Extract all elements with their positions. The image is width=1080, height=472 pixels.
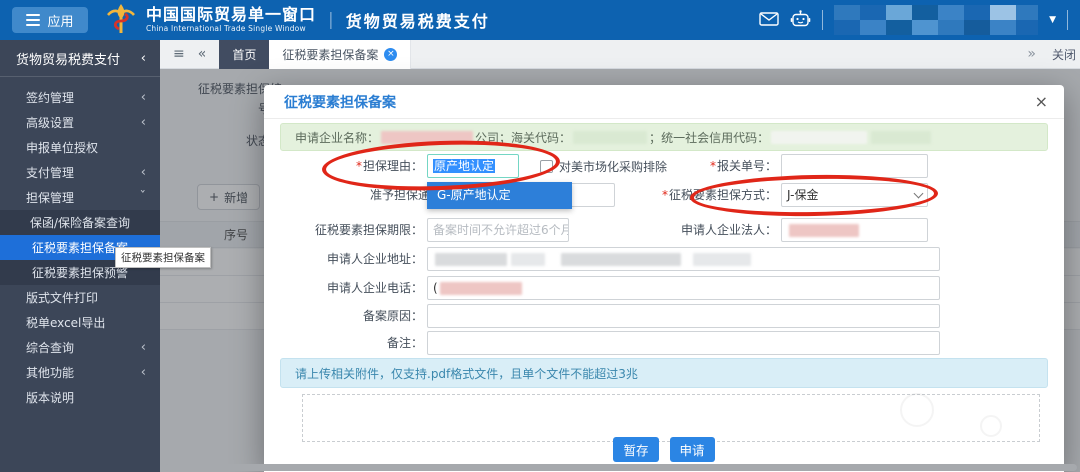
- sidebar-item-declare-auth[interactable]: 申报单位授权: [0, 135, 160, 160]
- hamburger-icon: [26, 14, 40, 26]
- sidebar-item-advanced-settings[interactable]: 高级设置‹: [0, 110, 160, 135]
- header-actions: ▼: [759, 5, 1080, 35]
- modal-footer-buttons: 暂存 申请: [264, 437, 1064, 462]
- sidebar-menu: 签约管理‹ 高级设置‹ 申报单位授权 支付管理‹ 担保管理ˇ 保函/保险备案查询…: [0, 77, 160, 410]
- sidebar-item-other-functions[interactable]: 其他功能‹: [0, 360, 160, 385]
- remark-input[interactable]: [427, 331, 940, 355]
- chevron-collapsed-icon: ‹: [141, 340, 146, 355]
- redacted-credit-code: [771, 131, 867, 144]
- chevron-collapsed-icon: ‹: [141, 165, 146, 180]
- tabs-scroll-left-icon[interactable]: «: [198, 46, 207, 62]
- guarantee-period-label: 征税要素担保期限：: [270, 218, 423, 242]
- module-title: 货物贸易税费支付: [346, 8, 490, 32]
- us-exclusion-checkbox[interactable]: [540, 160, 553, 173]
- sidebar-toggle-icon[interactable]: ≡: [173, 46, 185, 62]
- chevron-collapsed-icon: ‹: [141, 115, 146, 130]
- declaration-no-input[interactable]: [781, 154, 928, 178]
- tabbar-right-actions: » 关闭: [1027, 46, 1080, 63]
- redacted-legal-person: [789, 224, 859, 237]
- legal-person-input[interactable]: [781, 218, 928, 242]
- assistant-robot-icon[interactable]: [790, 10, 811, 31]
- sidebar-item-letter-insurance-query[interactable]: 保函/保险备案查询: [0, 210, 160, 235]
- redacted-credit-code: [871, 131, 931, 144]
- apps-menu-label: 应用: [47, 11, 73, 30]
- legal-person-label: 申请人企业法人：: [624, 218, 777, 242]
- chevron-down-icon: [914, 188, 924, 198]
- sidebar-root-item[interactable]: 货物贸易税费支付 ‹: [0, 40, 160, 77]
- tax-element-filing-modal: 征税要素担保备案 × 申请企业名称：公司； 海关代码：； 统一社会信用代码： *…: [264, 85, 1064, 472]
- modal-title: 征税要素担保备案: [284, 92, 396, 112]
- company-phone-input[interactable]: (: [427, 276, 940, 300]
- guarantee-reason-label: *担保理由：: [270, 154, 423, 178]
- tab-bar: ≡ « 首页 征税要素担保备案 × » 关闭: [160, 40, 1080, 69]
- redacted-customs-code: [573, 131, 647, 144]
- chevron-collapsed-icon: ‹: [141, 365, 146, 380]
- chevron-expanded-icon: ˇ: [140, 190, 147, 205]
- company-address-input[interactable]: [427, 247, 940, 271]
- redacted-phone: [440, 282, 522, 295]
- tab-home[interactable]: 首页: [219, 40, 269, 69]
- user-caret-down-icon[interactable]: ▼: [1049, 15, 1056, 25]
- sidebar-item-comprehensive-query[interactable]: 综合查询‹: [0, 335, 160, 360]
- chevron-collapsed-icon: ‹: [141, 51, 146, 66]
- remark-label: 备注：: [270, 331, 423, 355]
- modal-close-icon[interactable]: ×: [1035, 94, 1048, 110]
- company-phone-label: 申请人企业电话：: [270, 276, 423, 300]
- sidebar-item-guarantee-mgmt[interactable]: 担保管理ˇ: [0, 185, 160, 210]
- reason-dropdown-option[interactable]: G-原产地认定: [427, 182, 572, 209]
- app-screen: 应用 中国国际贸易单一窗口 China International Trade …: [0, 0, 1080, 472]
- upload-hint-bar: 请上传相关附件，仅支持.pdf格式文件，且单个文件不能超过3兆: [280, 358, 1048, 388]
- guarantee-reason-input[interactable]: 原产地认定: [427, 154, 519, 178]
- guarantee-method-select[interactable]: J-保金: [781, 183, 928, 207]
- redacted-company-name: [381, 131, 473, 144]
- user-account-redacted[interactable]: [834, 5, 1038, 35]
- record-reason-input[interactable]: [427, 304, 940, 328]
- watermark: [980, 415, 1002, 437]
- tab-tax-element-filing[interactable]: 征税要素担保备案 ×: [269, 40, 411, 69]
- tab-close-icon[interactable]: ×: [384, 48, 397, 61]
- guarantee-method-label: *征税要素担保方式：: [624, 183, 777, 207]
- tabs-scroll-right-icon[interactable]: »: [1027, 46, 1036, 62]
- company-info-bar: 申请企业名称：公司； 海关代码：； 统一社会信用代码：: [280, 123, 1048, 151]
- singlewindow-logo-icon: [104, 2, 138, 39]
- header-separator: [1067, 10, 1068, 30]
- sidebar-item-payment-mgmt[interactable]: 支付管理‹: [0, 160, 160, 185]
- brand-subtitle: China International Trade Single Window: [146, 25, 316, 34]
- brand-title: 中国国际贸易单一窗口: [146, 6, 316, 24]
- guarantee-period-input[interactable]: 备案时间不允许超过6个月: [427, 218, 569, 242]
- declaration-no-label: *报关单号：: [624, 154, 777, 178]
- save-draft-button[interactable]: 暂存: [613, 437, 658, 462]
- sidebar-root-label: 货物贸易税费支付: [16, 49, 120, 68]
- sidebar-item-signing[interactable]: 签约管理‹: [0, 85, 160, 110]
- apply-button[interactable]: 申请: [670, 437, 715, 462]
- title-divider: |: [328, 10, 334, 30]
- chevron-collapsed-icon: ‹: [141, 90, 146, 105]
- brand-block: 中国国际贸易单一窗口 China International Trade Sin…: [146, 6, 316, 33]
- top-header: 应用 中国国际贸易单一窗口 China International Trade …: [0, 0, 1080, 40]
- company-address-label: 申请人企业地址：: [270, 247, 423, 271]
- apps-menu-button[interactable]: 应用: [12, 7, 88, 33]
- record-reason-label: 备案原因：: [270, 304, 423, 328]
- modal-header: 征税要素担保备案 ×: [264, 85, 1064, 119]
- sidebar-item-tooltip: 征税要素担保备案: [115, 247, 211, 268]
- sidebar-item-tax-excel-export[interactable]: 税单excel导出: [0, 310, 160, 335]
- watermark: [900, 393, 934, 427]
- close-operations-menu[interactable]: 关闭: [1052, 46, 1076, 63]
- horizontal-scrollbar[interactable]: [165, 464, 1077, 471]
- sidebar-item-format-file-print[interactable]: 版式文件打印: [0, 285, 160, 310]
- sidebar-item-version-notes[interactable]: 版本说明: [0, 385, 160, 410]
- mail-icon[interactable]: [759, 11, 779, 30]
- header-separator: [822, 10, 823, 30]
